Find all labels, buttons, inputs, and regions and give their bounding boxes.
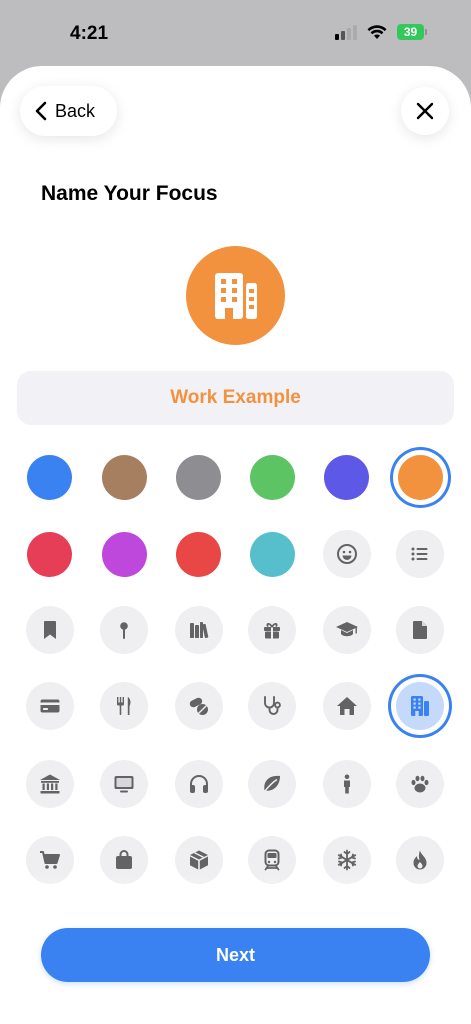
icon-option-bookmark[interactable] <box>25 606 74 654</box>
color-swatch-orange[interactable] <box>397 454 443 500</box>
icon-option-fork-knife[interactable] <box>100 682 148 730</box>
color-swatch-red-orange[interactable] <box>176 531 221 577</box>
color-swatch-brown[interactable] <box>101 454 147 500</box>
list-icon <box>411 547 428 561</box>
icon-option-graduation-cap[interactable] <box>322 606 371 654</box>
monitor-icon <box>114 776 134 793</box>
wifi-icon <box>367 24 387 39</box>
headphones-icon <box>189 775 208 793</box>
status-time: 4:21 <box>70 23 109 44</box>
gift-icon <box>264 623 280 639</box>
color-swatch-blue[interactable] <box>27 454 72 500</box>
icon-option-monitor[interactable] <box>100 760 148 808</box>
icon-option-document[interactable] <box>396 606 444 654</box>
leaf-icon <box>264 775 280 792</box>
credit-card-icon <box>40 699 59 713</box>
icon-option-pills[interactable] <box>174 682 223 730</box>
icon-option-paw[interactable] <box>396 760 444 808</box>
icon-option-person[interactable] <box>322 760 371 808</box>
color-swatch-teal[interactable] <box>249 531 295 577</box>
icon-option-bank[interactable] <box>25 760 74 808</box>
battery-tip <box>425 29 427 35</box>
color-swatch-red[interactable] <box>27 531 72 577</box>
snowflake-icon <box>337 849 356 871</box>
person-icon <box>343 774 350 794</box>
icon-option-pin[interactable] <box>100 606 148 654</box>
document-icon <box>413 621 427 639</box>
icon-option-list[interactable] <box>396 530 444 578</box>
icon-option-books[interactable] <box>174 606 223 654</box>
color-swatch-indigo[interactable] <box>324 454 369 500</box>
icon-option-leaf[interactable] <box>248 760 296 808</box>
smiley-icon <box>336 544 357 564</box>
box-icon <box>189 850 208 870</box>
icon-option-building[interactable] <box>396 682 444 730</box>
bookmark-icon <box>43 621 56 639</box>
icon-option-headphones[interactable] <box>174 760 223 808</box>
status-icons: 39 <box>335 24 427 40</box>
icon-option-stethoscope[interactable] <box>248 682 296 730</box>
icon-option-house[interactable] <box>322 682 371 730</box>
train-icon <box>264 849 280 871</box>
pin-icon <box>120 622 128 639</box>
icon-option-gift[interactable] <box>248 606 296 654</box>
battery-indicator: 39 <box>397 24 427 40</box>
graduation-cap-icon <box>335 622 358 637</box>
next-label: Next <box>215 944 255 965</box>
icon-option-smiley[interactable] <box>322 530 371 578</box>
icon-option-credit-card[interactable] <box>25 682 74 730</box>
flame-icon <box>413 850 427 870</box>
status-bar: 4:21 39 <box>0 0 471 66</box>
cart-icon <box>39 851 60 869</box>
building-icon <box>411 696 429 716</box>
color-swatch-purple[interactable] <box>101 531 147 577</box>
fork-knife-icon <box>117 697 131 715</box>
bank-icon <box>39 774 60 794</box>
color-swatch-green[interactable] <box>249 454 295 500</box>
books-icon <box>189 622 208 639</box>
focus-sheet: Back Name Your Focus Work Example Next <box>0 66 471 1024</box>
house-icon <box>336 697 357 715</box>
bag-icon <box>116 850 132 869</box>
cellular-signal-icon <box>335 24 357 40</box>
battery-level: 39 <box>397 24 424 40</box>
color-swatch-gray[interactable] <box>176 454 221 500</box>
next-button[interactable]: Next <box>41 928 430 982</box>
pills-icon <box>189 697 208 715</box>
paw-icon <box>411 775 429 793</box>
stethoscope-icon <box>264 696 281 715</box>
